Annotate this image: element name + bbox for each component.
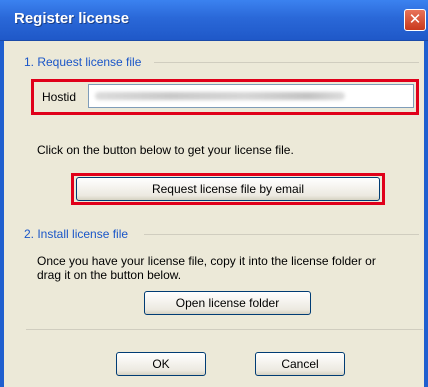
group-divider (144, 234, 419, 235)
cancel-button[interactable]: Cancel (255, 352, 345, 376)
install-instruction-line2: drag it on the button below. (37, 268, 182, 282)
register-license-dialog: Register license ✕ 1. Request license fi… (0, 0, 428, 387)
request-section-label: 1. Request license file (24, 55, 148, 69)
title-bar[interactable]: Register license ✕ (0, 0, 428, 41)
hostid-field[interactable] (88, 84, 414, 108)
install-instruction-line1: Once you have your license file, copy it… (37, 254, 376, 268)
request-instruction: Click on the button below to get your li… (37, 143, 294, 157)
group-divider (154, 62, 419, 63)
close-icon[interactable]: ✕ (404, 9, 426, 31)
request-license-email-button[interactable]: Request license file by email (76, 177, 380, 201)
open-license-folder-button[interactable]: Open license folder (144, 291, 311, 315)
install-section-label: 2. Install license file (24, 227, 135, 241)
dialog-title: Register license (14, 10, 130, 27)
ok-button[interactable]: OK (116, 352, 206, 376)
hostid-redacted-value (95, 92, 345, 100)
footer-separator (26, 329, 423, 330)
hostid-label: Hostid (42, 90, 77, 104)
